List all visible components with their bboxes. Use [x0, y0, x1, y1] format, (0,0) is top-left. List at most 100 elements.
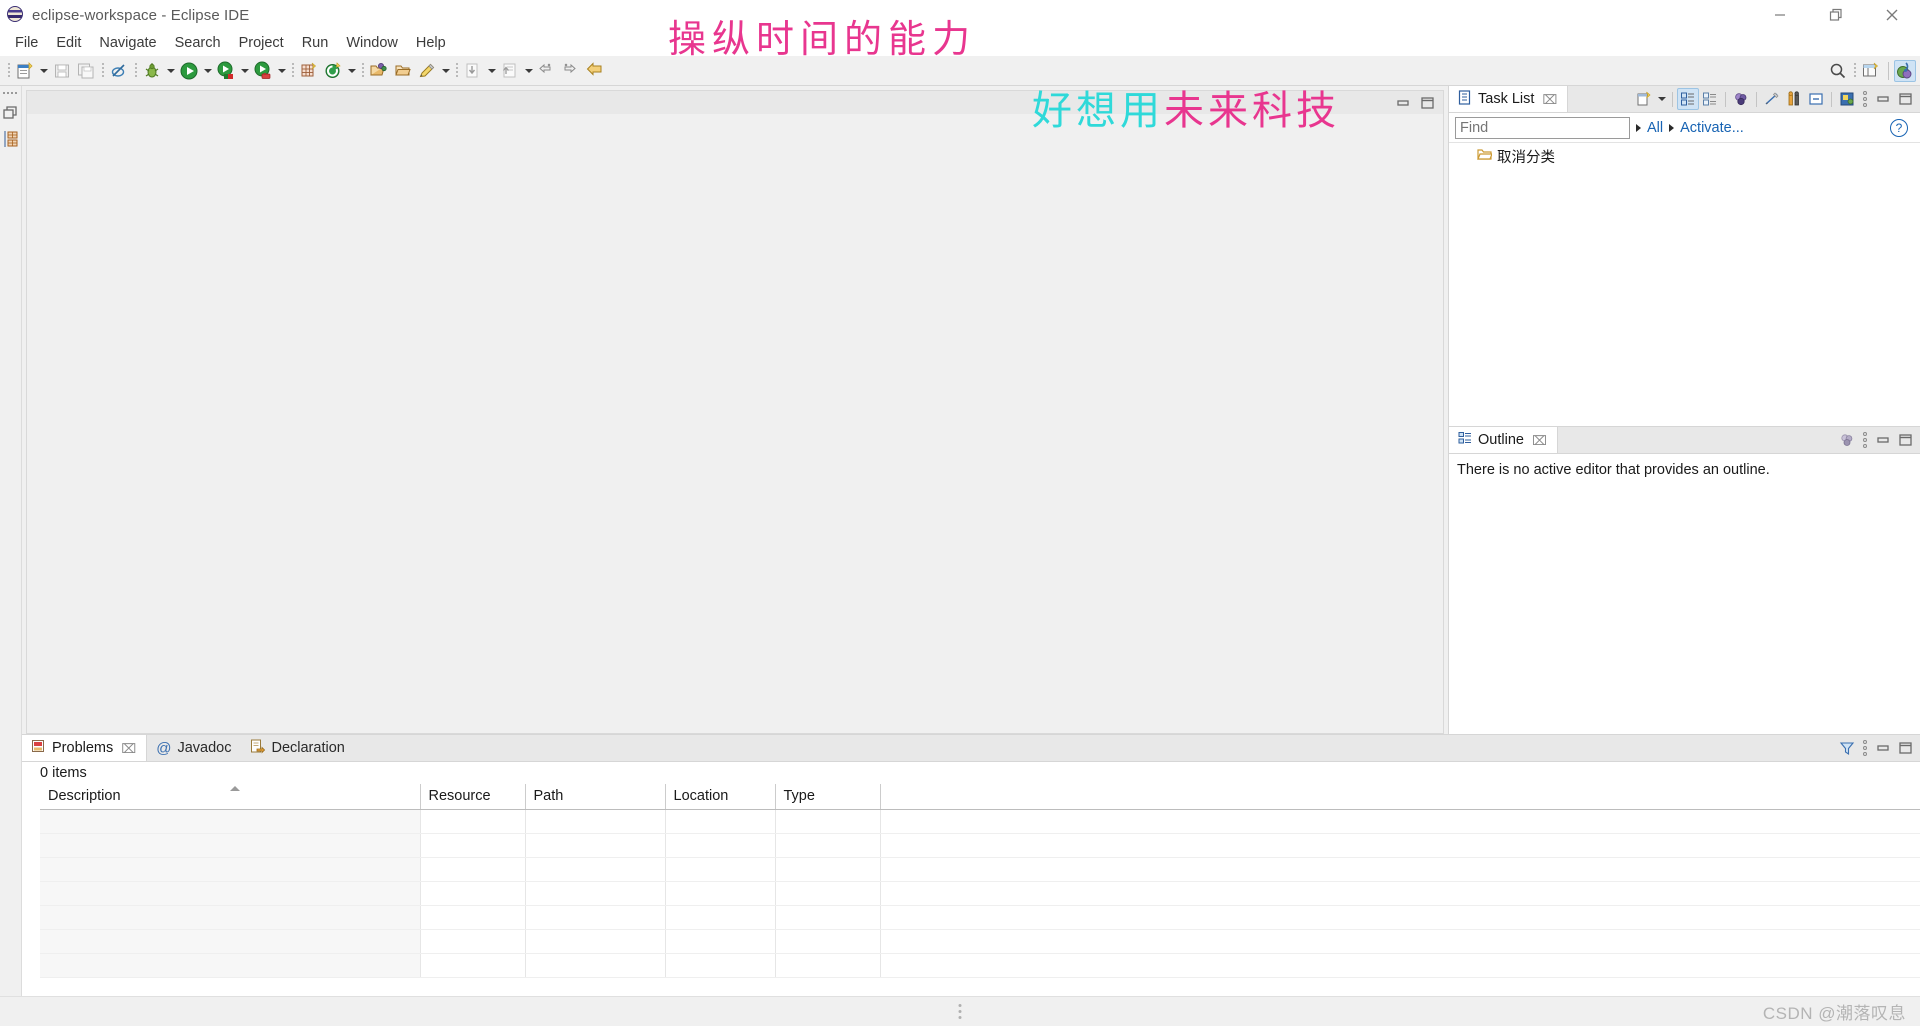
minimize-part-icon[interactable]: [1872, 88, 1894, 110]
task-list-body[interactable]: 取消分类: [1449, 143, 1920, 426]
column-header-type[interactable]: Type: [775, 784, 881, 810]
open-task-icon[interactable]: [391, 59, 415, 83]
restore-view-icon[interactable]: [1, 102, 21, 124]
java-perspective-icon[interactable]: [1894, 59, 1916, 82]
new-task-icon[interactable]: [1633, 88, 1655, 110]
menu-edit[interactable]: Edit: [47, 31, 90, 55]
open-type-icon[interactable]: [367, 59, 391, 83]
tab-task-list[interactable]: Task List ⌧: [1449, 86, 1569, 112]
tab-outline[interactable]: Outline ⌧: [1449, 427, 1558, 453]
column-header-location[interactable]: Location: [665, 784, 776, 810]
toolbar-separator: [1827, 88, 1836, 110]
collapse-all-icon[interactable]: [1805, 88, 1827, 110]
view-menu-icon[interactable]: [1858, 88, 1872, 110]
maximize-part-icon[interactable]: [1894, 88, 1916, 110]
list-item[interactable]: 取消分类: [1449, 143, 1920, 170]
table-row[interactable]: [40, 881, 1920, 906]
menu-help[interactable]: Help: [407, 31, 455, 55]
focus-on-workweek-icon[interactable]: [1730, 88, 1752, 110]
menu-project[interactable]: Project: [230, 31, 293, 55]
package-explorer-icon[interactable]: [1, 128, 21, 150]
table-row[interactable]: [40, 857, 1920, 882]
new-wizard-icon[interactable]: [13, 59, 37, 83]
tab-declaration[interactable]: Declaration: [241, 735, 354, 761]
open-perspective-icon[interactable]: [1859, 59, 1883, 83]
close-icon[interactable]: ⌧: [121, 742, 136, 755]
editor-canvas[interactable]: [26, 114, 1444, 734]
maximize-part-icon[interactable]: [1894, 429, 1916, 451]
no-print-icon[interactable]: [107, 59, 131, 83]
menu-window[interactable]: Window: [337, 31, 407, 55]
view-menu-icon[interactable]: [1858, 737, 1872, 759]
close-icon[interactable]: ⌧: [1532, 434, 1547, 447]
new-task-dropdown-arrow[interactable]: [1655, 87, 1668, 111]
menu-navigate[interactable]: Navigate: [90, 31, 165, 55]
search-marker-icon[interactable]: [415, 59, 439, 83]
title-bar: eclipse-workspace - Eclipse IDE: [0, 0, 1920, 30]
menu-file[interactable]: File: [6, 31, 47, 55]
search-marker-dropdown-arrow[interactable]: [439, 59, 452, 83]
run-dropdown-arrow[interactable]: [201, 59, 214, 83]
debug-bug-icon[interactable]: [140, 59, 164, 83]
menu-search[interactable]: Search: [166, 31, 230, 55]
forward-history-icon[interactable]: [559, 59, 583, 83]
close-icon[interactable]: [1864, 0, 1920, 30]
table-row[interactable]: [40, 953, 1920, 978]
run-external-tools-icon[interactable]: [251, 59, 275, 83]
run-green-play-icon[interactable]: [177, 59, 201, 83]
view-menu-icon[interactable]: [1858, 429, 1872, 451]
table-row[interactable]: [40, 905, 1920, 930]
problems-toolbar: [1836, 735, 1920, 761]
back-arrow-icon[interactable]: [583, 59, 607, 83]
restore-tasks-icon[interactable]: [1836, 88, 1858, 110]
column-header-path[interactable]: Path: [525, 784, 666, 810]
filter-all-link[interactable]: All: [1647, 120, 1663, 136]
minimize-part-icon[interactable]: [1872, 429, 1894, 451]
back-history-icon[interactable]: [535, 59, 559, 83]
save-icon[interactable]: [50, 59, 74, 83]
csdn-watermark: CSDN @潮落叹息: [1762, 1004, 1906, 1023]
save-all-icon[interactable]: [74, 59, 98, 83]
menu-run[interactable]: Run: [293, 31, 338, 55]
column-header-resource[interactable]: Resource: [420, 784, 526, 810]
restore-icon[interactable]: [1808, 0, 1864, 30]
run-coverage-icon[interactable]: [214, 59, 238, 83]
next-annotation-dropdown-arrow[interactable]: [485, 59, 498, 83]
synchronize-changed-icon[interactable]: [1783, 88, 1805, 110]
toolbar-separator: [288, 59, 297, 83]
next-annotation-icon[interactable]: [461, 59, 485, 83]
table-row[interactable]: [40, 833, 1920, 858]
minimize-icon[interactable]: [1752, 0, 1808, 30]
tab-problems[interactable]: Problems ⌧: [22, 735, 148, 761]
debug-dropdown-arrow[interactable]: [164, 59, 177, 83]
previous-annotation-icon[interactable]: [498, 59, 522, 83]
filter-funnel-icon[interactable]: [1836, 737, 1858, 759]
categorized-presentation-icon[interactable]: [1677, 88, 1699, 110]
minimize-part-icon[interactable]: [1872, 737, 1894, 759]
declaration-icon: [250, 739, 266, 758]
new-java-package-icon[interactable]: [297, 59, 321, 83]
help-icon[interactable]: ?: [1890, 118, 1908, 137]
find-input[interactable]: [1455, 116, 1630, 139]
minimize-part-icon[interactable]: [1393, 94, 1413, 112]
new-class-dropdown-arrow[interactable]: [345, 59, 358, 83]
focus-on-active-task-icon[interactable]: [1836, 429, 1858, 451]
column-header-description[interactable]: Description: [40, 784, 421, 810]
previous-annotation-dropdown-arrow[interactable]: [522, 59, 535, 83]
table-row[interactable]: [40, 929, 1920, 954]
external-tools-dropdown-arrow[interactable]: [275, 59, 288, 83]
scheduled-presentation-icon[interactable]: [1699, 88, 1721, 110]
close-icon[interactable]: ⌧: [1542, 93, 1557, 106]
coverage-dropdown-arrow[interactable]: [238, 59, 251, 83]
quick-access-search-icon[interactable]: [1826, 59, 1850, 83]
activate-link[interactable]: Activate...: [1680, 120, 1744, 136]
outline-tab-bar: Outline ⌧: [1449, 427, 1920, 454]
maximize-part-icon[interactable]: [1894, 737, 1916, 759]
problems-table-wrapper[interactable]: Description Resource Path Location Type: [22, 784, 1920, 996]
new-java-class-icon[interactable]: [321, 59, 345, 83]
maximize-part-icon[interactable]: [1417, 94, 1437, 112]
new-wizard-dropdown-arrow[interactable]: [37, 59, 50, 83]
tab-javadoc[interactable]: @ Javadoc: [147, 735, 241, 761]
table-row[interactable]: [40, 809, 1920, 834]
filter-completed-tasks-icon[interactable]: [1761, 88, 1783, 110]
